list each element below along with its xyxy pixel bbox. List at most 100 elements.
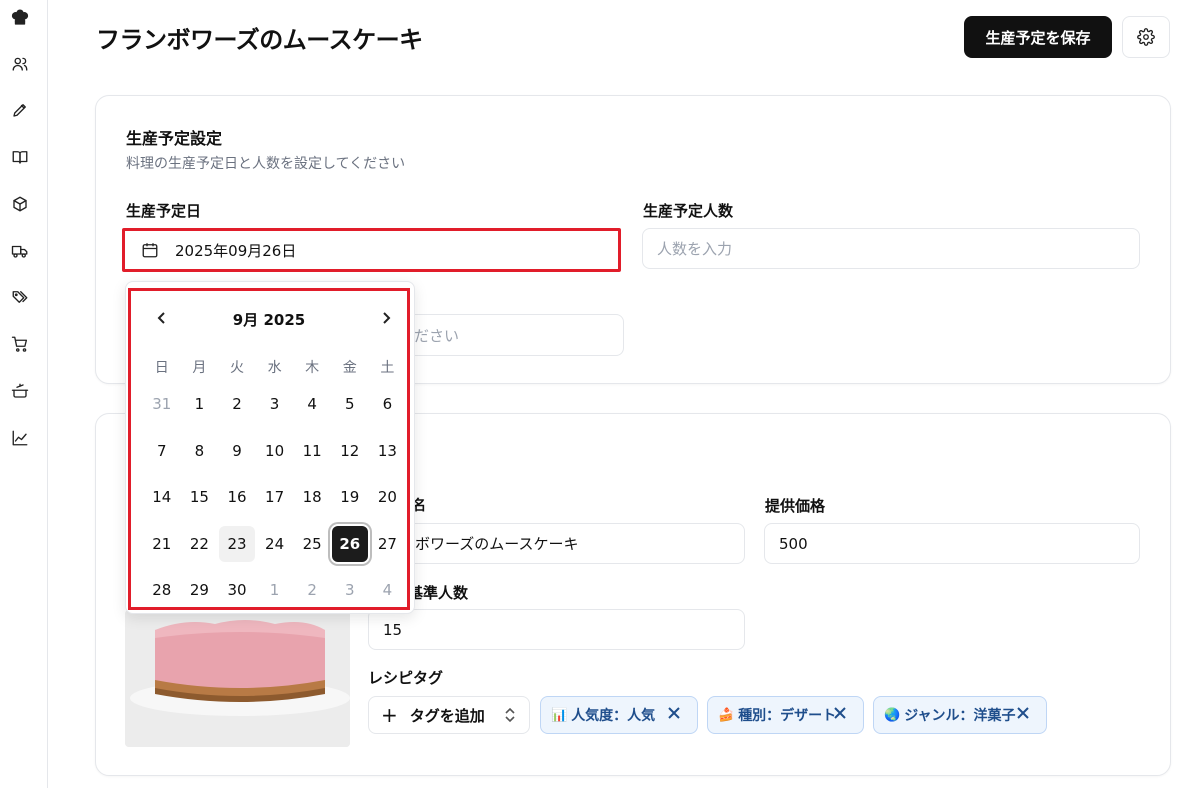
calendar-day[interactable]: 21 [143, 521, 181, 568]
production-date-label: 生産予定日 [126, 202, 202, 220]
calendar-day[interactable]: 2 [293, 567, 331, 614]
tags-icon[interactable] [10, 287, 30, 307]
page-title: フランボワーズのムースケーキ [96, 26, 423, 54]
chevron-updown-icon [503, 706, 517, 724]
calendar-day-number: 30 [227, 581, 247, 600]
production-settings-subtitle: 料理の生産予定日と人数を設定してください [126, 156, 406, 172]
calendar-day-number: 2 [232, 395, 242, 414]
calendar-day-number: 17 [265, 488, 285, 507]
calendar-day[interactable]: 14 [143, 474, 181, 521]
calendar-weekdays: 日 月 火 水 木 金 土 [143, 357, 406, 377]
calendar-day[interactable]: 17 [256, 474, 294, 521]
calendar-day-number: 6 [382, 395, 393, 414]
save-button[interactable]: 生産予定を保存 [964, 16, 1112, 58]
calendar-day[interactable]: 3 [256, 381, 294, 428]
calendar-day[interactable]: 1 [181, 381, 219, 428]
close-icon[interactable] [667, 706, 683, 722]
calendar-day-number: 25 [302, 534, 322, 553]
truck-icon[interactable] [10, 241, 30, 261]
calendar: 9月 2025 日 月 火 水 木 金 土 31 1 2 3 4 5 6 7 8 9 10 11 12 1… [128, 288, 410, 610]
calendar-day-number: 2 [307, 581, 317, 600]
calendar-day-number: 1 [269, 581, 280, 600]
close-icon[interactable] [833, 706, 849, 722]
base-people-input[interactable]: 15 [368, 609, 745, 650]
calendar-day[interactable]: 28 [143, 567, 181, 614]
calendar-day[interactable]: 9 [218, 428, 256, 475]
calendar-day-number: 22 [189, 534, 209, 553]
calendar-day[interactable]: 13 [369, 428, 407, 475]
calendar-days: 31 1 2 3 4 5 6 7 8 9 10 11 12 13 14 15 16 17 18 19 20 21 22 23 2… [143, 381, 406, 614]
calendar-day-number: 23 [218, 525, 255, 562]
tag-chip-popularity: 📊 人気度：人気 [540, 696, 698, 734]
weekday-label: 木 [305, 360, 320, 376]
calendar-day[interactable]: 16 [218, 474, 256, 521]
chart-icon[interactable] [10, 428, 30, 448]
calendar-day[interactable]: 6 [369, 381, 407, 428]
calendar-day-number: 20 [377, 488, 397, 507]
chef-hat-icon[interactable] [10, 8, 30, 28]
add-tag-label: タグを追加 [409, 706, 485, 725]
calendar-day-number: 9 [232, 441, 242, 460]
price-label: 提供価格 [765, 497, 826, 515]
calendar-day[interactable]: 4 [369, 567, 407, 614]
book-icon[interactable] [10, 147, 30, 167]
tag-chip-type: 🍰 種別：デザート [707, 696, 864, 734]
calendar-day[interactable]: 11 [293, 428, 331, 475]
add-tag-select[interactable]: + タグを追加 [368, 696, 530, 734]
calendar-day[interactable]: 15 [181, 474, 219, 521]
calendar-day[interactable]: 24 [256, 521, 294, 568]
weekday-label: 水 [267, 360, 282, 376]
base-people-label: 基準人数 [408, 584, 469, 602]
recipe-name-input[interactable]: ボワーズのムースケーキ [368, 523, 745, 564]
calendar-day[interactable]: 12 [331, 428, 369, 475]
calendar-day[interactable]: 18 [293, 474, 331, 521]
calendar-day[interactable]: 27 [369, 521, 407, 568]
production-date-value: 2025年09月26日 [175, 241, 297, 260]
weekday-label: 土 [380, 360, 395, 376]
calendar-icon [141, 240, 161, 260]
calendar-day-number: 5 [344, 395, 355, 414]
settings-button[interactable] [1122, 16, 1170, 58]
calendar-day-number: 4 [382, 581, 393, 600]
calendar-day-number: 11 [302, 441, 322, 460]
calendar-day[interactable]: 1 [256, 567, 294, 614]
calendar-day[interactable]: 8 [181, 428, 219, 475]
calendar-day[interactable]: 5 [331, 381, 369, 428]
weekday-label: 日 [154, 360, 169, 376]
globe-emoji-icon: 🌏 [884, 707, 901, 723]
box-icon[interactable] [10, 194, 30, 214]
calendar-day[interactable]: 4 [293, 381, 331, 428]
calendar-day[interactable]: 25 [293, 521, 331, 568]
calendar-day[interactable]: 22 [181, 521, 219, 568]
calendar-day-number: 21 [152, 534, 172, 553]
prev-month-button[interactable] [149, 305, 175, 331]
calendar-day[interactable]: 2 [218, 381, 256, 428]
cake-emoji-icon: 🍰 [718, 707, 735, 723]
calendar-day-number: 18 [302, 488, 322, 507]
production-date-picker[interactable]: 2025年09月26日 [122, 228, 621, 272]
next-month-button[interactable] [373, 305, 399, 331]
calendar-day[interactable]: 31 [143, 381, 181, 428]
calendar-day[interactable]: 29 [181, 567, 219, 614]
calendar-day[interactable]: 7 [143, 428, 181, 475]
calendar-day[interactable]: 10 [256, 428, 294, 475]
cart-icon[interactable] [10, 334, 30, 354]
close-icon[interactable] [1016, 706, 1032, 722]
calendar-day-number: 1 [194, 395, 205, 414]
recipe-tags-label: レシピタグ [368, 669, 444, 687]
production-settings-title: 生産予定設定 [126, 129, 223, 148]
calendar-day-number: 3 [344, 581, 355, 600]
price-input[interactable]: 500 [764, 523, 1140, 564]
calendar-day[interactable]: 3 [331, 567, 369, 614]
calendar-day[interactable]: 26 [331, 521, 369, 568]
pen-icon[interactable] [10, 100, 30, 120]
production-people-input[interactable]: 人数を入力 [642, 228, 1140, 269]
calendar-day[interactable]: 30 [218, 567, 256, 614]
calendar-day[interactable]: 23 [218, 521, 256, 568]
pot-icon[interactable] [10, 381, 30, 401]
tag-chip-label: 人気度：人気 [571, 708, 656, 724]
calendar-day[interactable]: 20 [369, 474, 407, 521]
calendar-day[interactable]: 19 [331, 474, 369, 521]
calendar-day-number: 13 [377, 441, 397, 460]
users-icon[interactable] [10, 54, 30, 74]
